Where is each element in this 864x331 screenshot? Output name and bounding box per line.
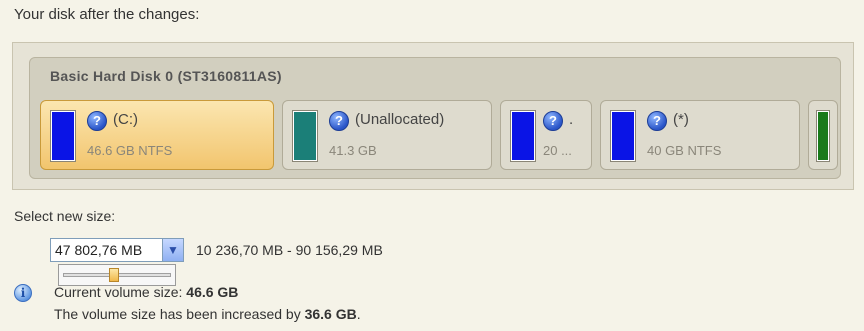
partition-last[interactable]: [808, 100, 838, 170]
partition-c[interactable]: ? (C:) 46.6 GB NTFS: [40, 100, 274, 170]
size-range: 10 236,70 MB - 90 156,29 MB: [196, 242, 383, 258]
size-slider-popup[interactable]: [58, 264, 176, 286]
partition-name: (C:): [113, 111, 138, 128]
increase-suffix: .: [356, 306, 361, 322]
question-icon: ?: [543, 111, 563, 131]
size-value: 47 802,76 MB: [55, 242, 143, 258]
partition-unallocated[interactable]: ? (Unallocated) 41.3 GB: [282, 100, 492, 170]
partition-color-bar: [511, 111, 535, 161]
partition-info: 20 ...: [543, 143, 572, 158]
chevron-down-icon[interactable]: ▼: [162, 239, 183, 261]
partition-info: 41.3 GB: [329, 143, 377, 158]
partition-name: (*): [673, 111, 689, 128]
partition-color-bar: [51, 111, 75, 161]
increase-value: 36.6 GB: [304, 306, 357, 322]
partition-name: (Unallocated): [355, 111, 445, 128]
question-icon: ?: [87, 111, 107, 131]
slider-thumb[interactable]: [109, 268, 120, 282]
top-label: Your disk after the changes:: [14, 6, 200, 23]
current-size-text: Current volume size: 46.6 GB: [54, 284, 238, 300]
size-combobox[interactable]: 47 802,76 MB ▼: [50, 238, 184, 262]
disk-container: Basic Hard Disk 0 (ST3160811AS) ? (C:) 4…: [29, 57, 841, 179]
question-icon: ?: [647, 111, 667, 131]
increase-prefix: The volume size has been increased by: [54, 306, 301, 322]
partition-color-bar: [293, 111, 317, 161]
increase-text: The volume size has been increased by 36…: [54, 306, 361, 322]
partition-star[interactable]: ? (*) 40 GB NTFS: [600, 100, 800, 170]
info-icon: i: [14, 284, 32, 302]
partition-name: .: [569, 111, 574, 128]
select-size-label: Select new size:: [14, 208, 116, 224]
question-icon: ?: [329, 111, 349, 131]
partition-info: 40 GB NTFS: [647, 143, 722, 158]
current-size-label: Current volume size:: [54, 284, 183, 300]
current-size-value: 46.6 GB: [186, 284, 239, 300]
partition-small[interactable]: ? . 20 ...: [500, 100, 592, 170]
disk-title: Basic Hard Disk 0 (ST3160811AS): [50, 68, 282, 84]
partition-color-bar: [817, 111, 829, 161]
partition-color-bar: [611, 111, 635, 161]
partition-info: 46.6 GB NTFS: [87, 143, 173, 158]
disk-map-panel: Basic Hard Disk 0 (ST3160811AS) ? (C:) 4…: [12, 42, 854, 190]
